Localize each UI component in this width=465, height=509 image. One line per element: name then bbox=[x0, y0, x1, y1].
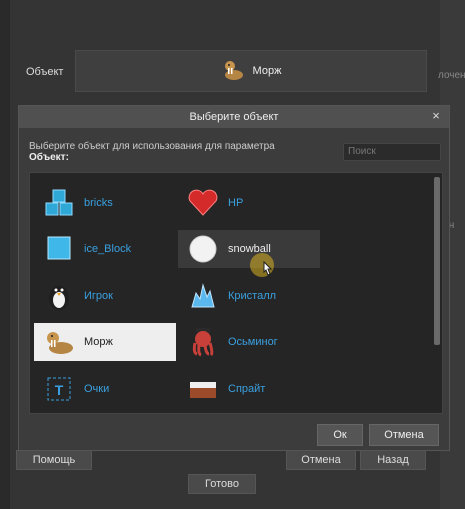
walrus-icon bbox=[221, 57, 247, 86]
dialog-instruction: Выберите объект для использования для па… bbox=[29, 141, 275, 163]
penguin-icon bbox=[42, 281, 76, 311]
background-cancel-button[interactable]: Отмена bbox=[286, 450, 356, 470]
item-label: HP bbox=[228, 197, 244, 209]
field-label: Объект: bbox=[29, 152, 69, 163]
item-label: Игрок bbox=[84, 290, 113, 302]
list-item-ice-block[interactable]: ice_Block bbox=[34, 230, 176, 268]
background-right-text: лочен bbox=[438, 70, 465, 81]
svg-text:T: T bbox=[55, 382, 64, 398]
help-button[interactable]: Помощь bbox=[16, 450, 92, 470]
snowball-icon bbox=[186, 234, 220, 264]
object-label: Объект bbox=[26, 66, 64, 78]
item-label: ice_Block bbox=[84, 243, 132, 255]
grid-scrollbar[interactable] bbox=[434, 177, 440, 345]
text-t-icon: T bbox=[42, 374, 76, 404]
list-item-bricks[interactable]: bricks bbox=[34, 184, 176, 222]
dialog-titlebar: Выберите объект × bbox=[19, 106, 449, 128]
list-item-sprite[interactable]: Спрайт bbox=[178, 370, 320, 408]
hand-cursor-icon bbox=[248, 252, 278, 285]
dialog-cancel-button[interactable]: Отмена bbox=[369, 424, 439, 446]
close-icon[interactable]: × bbox=[429, 109, 443, 123]
object-grid: bricks HP ice_Block snowball Игрок Крист… bbox=[29, 172, 443, 414]
list-item-hp[interactable]: HP bbox=[178, 184, 320, 222]
list-item-walrus[interactable]: Морж bbox=[34, 323, 176, 361]
bricks-icon bbox=[42, 188, 76, 218]
item-label: Кристалл bbox=[228, 290, 277, 302]
ice-block-icon bbox=[42, 234, 76, 264]
dialog-title: Выберите объект bbox=[189, 111, 279, 123]
list-item-player[interactable]: Игрок bbox=[34, 277, 176, 315]
ok-button[interactable]: Ок bbox=[317, 424, 363, 446]
item-label: Осьминог bbox=[228, 336, 278, 348]
octopus-icon bbox=[186, 327, 220, 357]
heart-icon bbox=[186, 188, 220, 218]
item-label: bricks bbox=[84, 197, 113, 209]
search-input[interactable]: Поиск bbox=[343, 143, 441, 161]
item-label: Морж bbox=[84, 336, 113, 348]
object-selector-field[interactable]: Морж bbox=[75, 50, 427, 92]
item-label: Очки bbox=[84, 383, 110, 395]
sprite-icon bbox=[186, 374, 220, 404]
back-button[interactable]: Назад bbox=[360, 450, 426, 470]
done-button[interactable]: Готово bbox=[188, 474, 256, 494]
list-item-octopus[interactable]: Осьминог bbox=[178, 323, 320, 361]
object-selector-value: Морж bbox=[252, 65, 282, 77]
item-label: Спрайт bbox=[228, 383, 266, 395]
instruction-text: Выберите объект для использования для па… bbox=[29, 141, 275, 152]
list-item-score[interactable]: T Очки bbox=[34, 370, 176, 408]
crystal-icon bbox=[186, 281, 220, 311]
walrus-icon bbox=[42, 327, 76, 357]
choose-object-dialog: Выберите объект × Выберите объект для ис… bbox=[18, 105, 450, 451]
